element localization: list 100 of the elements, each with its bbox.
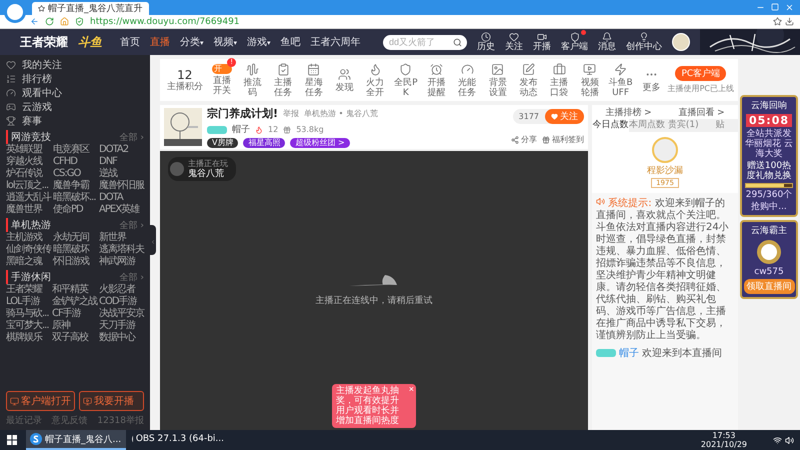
header-action[interactable]: 历史 [477,32,495,52]
toolbar-label[interactable]: 视频轮播 [576,78,603,98]
user-avatar[interactable] [672,33,690,51]
category-link[interactable]: 逃离塔科夫 [99,244,144,255]
header-action[interactable]: 开播 [533,32,551,52]
toolbar-label[interactable]: 背景设置 [484,78,511,98]
room-badge[interactable]: 福星高照 [243,138,286,148]
toolbar-label[interactable]: 发布动态 [516,78,542,98]
browser-tab[interactable]: 帽子直播_鬼谷八荒直升 [32,2,148,15]
refresh-icon[interactable] [45,17,54,26]
more-link[interactable]: 全部 › [120,218,144,232]
volume-icon[interactable] [785,436,794,444]
category-link[interactable]: 仙剑奇侠传 [6,244,51,255]
category-link[interactable]: APEX英雄 [99,204,144,215]
header-action[interactable]: 消息 [598,32,616,52]
maximize-icon[interactable] [771,3,779,11]
more-link[interactable]: 全部 › [120,270,144,284]
report-link[interactable]: 举报 [283,108,300,119]
room-badge[interactable]: 超级粉丝团 > [290,138,350,148]
header-action[interactable]: 创作中心 [626,32,662,52]
category-link[interactable]: 单机热游 • 鬼谷八荒 [304,108,378,119]
category-link[interactable]: CF手游 [52,308,97,319]
category-link[interactable]: COD手游 [99,296,144,307]
brand-logo[interactable]: 斗鱼 [78,34,102,50]
category-link[interactable]: 怀旧游戏 [53,256,97,267]
panel-link[interactable]: 主播排榜 > [605,106,652,118]
sidebar-link[interactable]: 排行榜 [6,72,144,85]
taskbar-app[interactable]: 帽子直播_鬼谷八... [26,430,126,450]
category-link[interactable]: 主机游戏 [6,232,51,243]
nav-link[interactable]: 首页 [120,35,140,49]
url-field[interactable]: https://www.douyu.com/7669491 [90,16,240,26]
wifi-icon[interactable] [773,436,782,444]
category-link[interactable]: 英雄联盟 [6,144,51,155]
toolbar-label[interactable]: 主播任务 [270,78,296,98]
category-link[interactable]: 逆战 [99,168,144,179]
category-link[interactable]: DOTA [99,192,144,203]
category-link[interactable]: 神武网游 [99,256,144,267]
toolbar-label[interactable]: 发现 [332,82,358,92]
toolbar-label[interactable]: 星海任务 [300,78,327,98]
toolbar-label[interactable]: 火力全开 [362,78,388,98]
category-link[interactable]: 暗黑破坏 [53,244,97,255]
category-link[interactable]: 永劫无间 [53,232,97,243]
category-link[interactable]: DOTA2 [99,144,144,155]
more-link[interactable]: 全部 › [120,130,144,144]
download-icon[interactable] [785,17,794,26]
category-link[interactable]: 王者荣耀 [6,284,50,295]
toolbar-label[interactable]: 光能任务 [454,78,480,98]
share-link[interactable]: 分享 [511,134,537,145]
category-link[interactable]: 和平精英 [52,284,97,295]
category-link[interactable]: lol云顶之... [6,180,51,191]
category-link[interactable]: 炉石传说 [6,168,51,179]
sidebar-link[interactable]: 赛事 [6,114,144,127]
star-icon[interactable] [773,17,782,26]
toolbar-label[interactable]: 推流码 [240,78,266,98]
category-link[interactable]: 逍遥大乱斗 [6,192,51,203]
category-link[interactable]: 火影忍者 [99,284,144,295]
category-link[interactable]: 使命PD [53,204,97,215]
host-name[interactable]: 帽子 [232,123,250,136]
room-badge[interactable]: V房牌 [207,138,238,148]
close-icon[interactable] [785,3,794,12]
collapse-handle[interactable] [150,225,156,255]
back-icon[interactable] [30,17,39,26]
sidebar-button[interactable]: 客户端打开 [6,391,75,411]
sidebar-link[interactable]: 观看中心 [6,86,144,99]
header-action[interactable]: 关注 [505,32,523,52]
sidebar-link[interactable]: 云游戏 [6,100,144,113]
category-link[interactable]: 双子高校 [52,332,97,343]
panel-tab[interactable]: 今日点数 [592,119,628,132]
nav-link[interactable]: 王者六周年 [310,35,361,49]
category-link[interactable]: 穿越火线 [6,156,51,167]
header-action[interactable]: 客户端 [561,32,588,52]
logo-text[interactable]: 王者荣耀 [20,34,68,50]
toolbar-label[interactable]: 斗鱼BUFF [608,78,634,98]
category-link[interactable]: 新世界 [99,232,144,243]
category-link[interactable]: CS:GO [53,168,97,179]
welfare-link[interactable]: 福利签到 [542,134,584,145]
category-link[interactable]: 金铲铲之战 [52,296,97,307]
category-link[interactable]: 魔兽怀旧服 [99,180,144,191]
category-link[interactable]: 棋牌娱乐 [6,332,50,343]
category-link[interactable]: 黑暗之魂 [6,256,51,267]
toolbar-label[interactable]: 开播提醒 [424,78,450,98]
promo-card[interactable]: 云海回响 05:08 全站共派发华丽烟花 云海大奖 赠送100热度礼物兑换 295/360个 抢购中... [740,95,798,217]
toolbar-label[interactable]: 主播口袋 [546,78,572,98]
category-link[interactable]: CFHD [53,156,97,167]
category-link[interactable]: 宝可梦大... [6,320,50,331]
toolbar-label[interactable]: 更多 [638,82,664,92]
promo-card[interactable]: 云海霸主 cw575 领取直播间 [740,220,798,299]
category-link[interactable]: LOL手游 [6,296,50,307]
sidebar-button[interactable]: 我要开播 [79,391,144,411]
search-field[interactable]: dd又火箭了 [383,34,467,50]
toolbar-label[interactable]: 全民PK [392,78,419,98]
close-button[interactable]: × [408,384,414,394]
category-link[interactable]: 数据中心 [99,332,144,343]
category-link[interactable]: DNF [99,156,144,167]
sidebar-link[interactable]: 我的关注 [6,58,144,71]
category-link[interactable]: 原神 [52,320,97,331]
taskbar-app[interactable]: OBS 27.1.3 (64-bi... [128,430,228,450]
category-link[interactable]: 魔兽世界 [6,204,51,215]
category-link[interactable]: 电竞赛区 [53,144,97,155]
category-link[interactable]: 魔兽争霸 [53,180,97,191]
